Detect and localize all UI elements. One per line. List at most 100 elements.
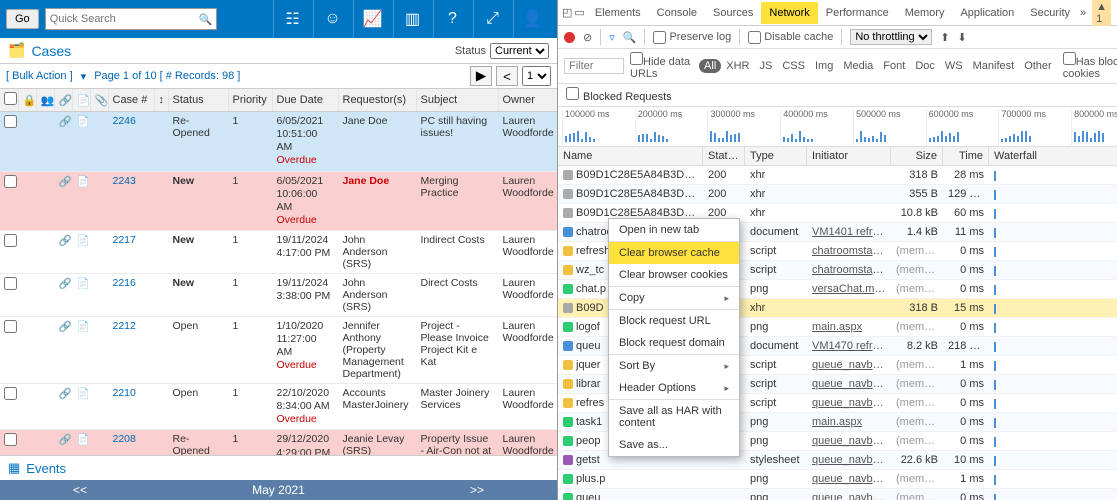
filter-input[interactable] xyxy=(564,58,624,74)
tab-performance[interactable]: Performance xyxy=(818,2,897,24)
net-row[interactable]: queupngqueue_navbar.as...(memory...0 ms xyxy=(558,489,1117,500)
table-row[interactable]: 🔗📄2243New16/05/202110:06:00 AMOverdueJan… xyxy=(0,171,557,231)
throttling-select[interactable]: No throttling xyxy=(850,29,932,45)
type-filter-ws[interactable]: WS xyxy=(940,59,968,73)
net-col-name[interactable]: Name xyxy=(558,147,703,165)
bulk-action[interactable]: [ Bulk Action ] xyxy=(6,70,73,82)
net-col-time[interactable]: Time xyxy=(943,147,989,165)
prev-page-button[interactable]: < xyxy=(496,66,518,86)
table-row[interactable]: 🔗📄2217New119/11/20244:17:00 PMJohn Ander… xyxy=(0,231,557,274)
expand-icon[interactable]: ⤢ xyxy=(473,0,511,38)
status-select[interactable]: Current xyxy=(490,43,549,59)
ctx-copy[interactable]: Copy▸ xyxy=(609,287,739,309)
ctx-block-url[interactable]: Block request URL xyxy=(609,310,739,332)
search-icon[interactable]: 🔍 xyxy=(623,31,637,44)
ctx-open-new-tab[interactable]: Open in new tab xyxy=(609,219,739,241)
hide-urls-checkbox[interactable]: Hide data URLs xyxy=(630,52,693,80)
record-icon[interactable] xyxy=(564,32,575,43)
net-col-type[interactable]: Type xyxy=(745,147,807,165)
col-7[interactable]: ↕ xyxy=(154,89,168,112)
table-row[interactable]: 🔗📄2216New119/11/20243:38:00 PMJohn Ander… xyxy=(0,274,557,317)
table-row[interactable]: 🔗📄2246Re-Opened16/05/202110:51:00 AMOver… xyxy=(0,112,557,172)
tab-sources[interactable]: Sources xyxy=(705,2,761,24)
toolbar-icon-2[interactable]: ☺ xyxy=(313,0,351,38)
type-filter-js[interactable]: JS xyxy=(755,59,778,73)
quick-search[interactable]: 🔍 xyxy=(45,8,217,30)
toolbar-icon-1[interactable]: ☷ xyxy=(273,0,311,38)
tab-memory[interactable]: Memory xyxy=(897,2,953,24)
type-filter-other[interactable]: Other xyxy=(1019,59,1057,73)
net-col-size[interactable]: Size xyxy=(891,147,943,165)
ctx-save-har[interactable]: Save all as HAR with content xyxy=(609,400,739,434)
filter-icon[interactable]: ▿ xyxy=(609,31,615,44)
col-8[interactable]: Status xyxy=(168,89,228,112)
col-5[interactable]: 📎 xyxy=(90,89,108,112)
download-icon[interactable]: ⬇ xyxy=(958,31,967,44)
ctx-save-as[interactable]: Save as... xyxy=(609,434,739,456)
type-filter-doc[interactable]: Doc xyxy=(910,59,940,73)
col-11[interactable]: Requestor(s) xyxy=(338,89,416,112)
timeline[interactable]: 100000 ms200000 ms300000 ms400000 ms5000… xyxy=(558,107,1117,147)
blocked-cookies-checkbox[interactable]: Has blocked cookies xyxy=(1063,52,1117,80)
col-6[interactable]: Case # xyxy=(108,89,154,112)
tab-application[interactable]: Application xyxy=(952,2,1022,24)
net-row[interactable]: plus.ppngqueue_navbar.as...(memory...1 m… xyxy=(558,470,1117,489)
cal-prev[interactable]: << xyxy=(0,480,160,500)
preserve-log-checkbox[interactable]: Preserve log xyxy=(653,31,731,44)
blocked-requests-header[interactable]: Blocked Requests xyxy=(558,84,1117,107)
net-row[interactable]: B09D1C28E5A84B3DB3788CC881F...200xhr355 … xyxy=(558,185,1117,204)
type-filter-css[interactable]: CSS xyxy=(777,59,810,73)
chart-icon[interactable]: 📈 xyxy=(353,0,391,38)
upload-icon[interactable]: ⬆ xyxy=(940,31,949,44)
tabs-overflow-icon[interactable]: » xyxy=(1080,7,1086,19)
tab-console[interactable]: Console xyxy=(649,2,705,24)
col-9[interactable]: Priority xyxy=(228,89,272,112)
user-icon[interactable]: 👤 xyxy=(513,0,551,38)
disable-cache-checkbox[interactable]: Disable cache xyxy=(748,31,833,44)
net-col-initiator[interactable]: Initiator xyxy=(807,147,891,165)
status-label: Status xyxy=(455,45,486,57)
type-filter-all[interactable]: All xyxy=(699,59,721,73)
quick-search-input[interactable] xyxy=(46,11,196,27)
type-filter-media[interactable]: Media xyxy=(838,59,878,73)
col-13[interactable]: Owner xyxy=(498,89,557,112)
col-0[interactable] xyxy=(0,89,18,112)
table-row[interactable]: 🔗📄2212Open11/10/202011:27:00 AMOverdueJe… xyxy=(0,317,557,384)
table-row[interactable]: 🔗📄2208Re-Opened129/12/20204:29:00 PMOver… xyxy=(0,430,557,455)
page-select[interactable]: 1 xyxy=(522,66,551,86)
table-row[interactable]: 🔗📄2210Open122/10/20208:34:00 AMOverdueAc… xyxy=(0,384,557,430)
chevron-down-icon[interactable]: ▾ xyxy=(81,70,87,83)
type-filter-img[interactable]: Img xyxy=(810,59,838,73)
tab-network[interactable]: Network xyxy=(761,2,817,24)
tab-elements[interactable]: Elements xyxy=(587,2,649,24)
help-icon[interactable]: ? xyxy=(433,0,471,38)
search-icon[interactable]: 🔍 xyxy=(196,13,216,26)
cal-next[interactable]: >> xyxy=(397,480,557,500)
type-filter-manifest[interactable]: Manifest xyxy=(968,59,1020,73)
net-col-waterfall[interactable]: Waterfall xyxy=(989,147,1117,165)
inspect-icon[interactable]: ◰ xyxy=(562,6,572,19)
device-icon[interactable]: ▭ xyxy=(574,6,584,19)
clear-icon[interactable]: ⊘ xyxy=(583,31,592,44)
ctx-clear-cookies[interactable]: Clear browser cookies xyxy=(609,264,739,286)
go-button[interactable]: Go xyxy=(6,9,39,29)
warning-badge[interactable]: ▲ 1 xyxy=(1092,0,1111,26)
ctx-clear-cache[interactable]: Clear browser cache xyxy=(609,242,739,264)
col-3[interactable]: 🔗 xyxy=(54,89,72,112)
ctx-sort-by[interactable]: Sort By▸ xyxy=(609,355,739,377)
app-topbar: Go 🔍 ☷ ☺ 📈 ▥ ? ⤢ 👤 xyxy=(0,0,557,38)
play-button[interactable]: ▶ xyxy=(470,66,492,86)
type-filter-font[interactable]: Font xyxy=(878,59,910,73)
ctx-header-options[interactable]: Header Options▸ xyxy=(609,377,739,399)
col-4[interactable]: 📄 xyxy=(72,89,90,112)
book-icon[interactable]: ▥ xyxy=(393,0,431,38)
tab-security[interactable]: Security xyxy=(1022,2,1078,24)
col-1[interactable]: 🔒 xyxy=(18,89,36,112)
ctx-block-domain[interactable]: Block request domain xyxy=(609,332,739,354)
col-12[interactable]: Subject xyxy=(416,89,498,112)
net-col-status[interactable]: Status xyxy=(703,147,745,165)
net-row[interactable]: B09D1C28E5A84B3DB3788CC881F...200xhr318 … xyxy=(558,166,1117,185)
type-filter-xhr[interactable]: XHR xyxy=(721,59,754,73)
col-10[interactable]: Due Date xyxy=(272,89,338,112)
col-2[interactable]: 👥 xyxy=(36,89,54,112)
